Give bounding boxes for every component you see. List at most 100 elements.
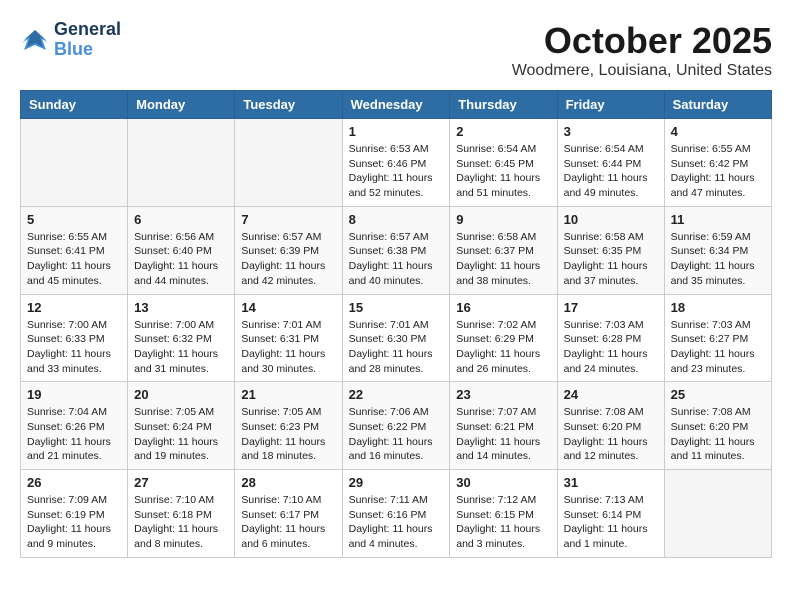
month-title: October 2025 <box>512 20 772 62</box>
day-number: 29 <box>349 475 444 490</box>
day-number: 27 <box>134 475 228 490</box>
calendar-week-2: 5Sunrise: 6:55 AM Sunset: 6:41 PM Daylig… <box>21 206 772 294</box>
calendar-cell: 20 Sunrise: 7:05 AM Sunset: 6:24 PM Dayli… <box>128 382 235 470</box>
calendar-cell: 19 Sunrise: 7:04 AM Sunset: 6:26 PM Dayli… <box>21 382 128 470</box>
day-info: Sunrise: 7:08 AM Sunset: 6:20 PM Dayligh… <box>671 405 765 464</box>
day-number: 24 <box>564 387 658 402</box>
calendar-table: SundayMondayTuesdayWednesdayThursdayFrid… <box>20 90 772 558</box>
day-info: Sunrise: 7:04 AM Sunset: 6:26 PM Dayligh… <box>27 405 121 464</box>
day-info: Sunrise: 6:58 AM Sunset: 6:35 PM Dayligh… <box>564 230 658 289</box>
day-number: 7 <box>241 212 335 227</box>
weekday-header-tuesday: Tuesday <box>235 91 342 119</box>
calendar-cell: 26 Sunrise: 7:09 AM Sunset: 6:19 PM Dayli… <box>21 470 128 558</box>
day-number: 6 <box>134 212 228 227</box>
logo-icon <box>20 25 50 55</box>
day-number: 25 <box>671 387 765 402</box>
calendar-week-4: 19 Sunrise: 7:04 AM Sunset: 6:26 PM Dayli… <box>21 382 772 470</box>
calendar-cell: 4 Sunrise: 6:55 AM Sunset: 6:42 PM Daylig… <box>664 119 771 207</box>
day-info: Sunrise: 7:11 AM Sunset: 6:16 PM Dayligh… <box>349 493 444 552</box>
day-number: 14 <box>241 300 335 315</box>
day-number: 10 <box>564 212 658 227</box>
day-info: Sunrise: 7:03 AM Sunset: 6:28 PM Dayligh… <box>564 318 658 377</box>
day-number: 3 <box>564 124 658 139</box>
calendar-cell: 29 Sunrise: 7:11 AM Sunset: 6:16 PM Dayli… <box>342 470 450 558</box>
calendar-cell <box>664 470 771 558</box>
location: Woodmere, Louisiana, United States <box>512 62 772 80</box>
calendar-cell: 23 Sunrise: 7:07 AM Sunset: 6:21 PM Dayli… <box>450 382 557 470</box>
day-number: 1 <box>349 124 444 139</box>
calendar-week-1: 1 Sunrise: 6:53 AM Sunset: 6:46 PM Daylig… <box>21 119 772 207</box>
calendar-week-5: 26 Sunrise: 7:09 AM Sunset: 6:19 PM Dayli… <box>21 470 772 558</box>
calendar-cell: 3Sunrise: 6:54 AM Sunset: 6:44 PM Daylig… <box>557 119 664 207</box>
day-info: Sunrise: 6:56 AM Sunset: 6:40 PM Dayligh… <box>134 230 228 289</box>
day-number: 23 <box>456 387 550 402</box>
day-info: Sunrise: 7:09 AM Sunset: 6:19 PM Dayligh… <box>27 493 121 552</box>
day-number: 20 <box>134 387 228 402</box>
calendar-cell: 16 Sunrise: 7:02 AM Sunset: 6:29 PM Dayli… <box>450 294 557 382</box>
day-info: Sunrise: 6:55 AM Sunset: 6:42 PM Dayligh… <box>671 142 765 201</box>
calendar-cell: 8Sunrise: 6:57 AM Sunset: 6:38 PM Daylig… <box>342 206 450 294</box>
day-number: 13 <box>134 300 228 315</box>
day-number: 19 <box>27 387 121 402</box>
day-info: Sunrise: 6:58 AM Sunset: 6:37 PM Dayligh… <box>456 230 550 289</box>
weekday-header-row: SundayMondayTuesdayWednesdayThursdayFrid… <box>21 91 772 119</box>
day-number: 17 <box>564 300 658 315</box>
day-info: Sunrise: 6:53 AM Sunset: 6:46 PM Dayligh… <box>349 142 444 201</box>
day-info: Sunrise: 7:01 AM Sunset: 6:31 PM Dayligh… <box>241 318 335 377</box>
calendar-cell: 13 Sunrise: 7:00 AM Sunset: 6:32 PM Dayli… <box>128 294 235 382</box>
day-info: Sunrise: 7:08 AM Sunset: 6:20 PM Dayligh… <box>564 405 658 464</box>
day-number: 9 <box>456 212 550 227</box>
weekday-header-wednesday: Wednesday <box>342 91 450 119</box>
day-info: Sunrise: 7:02 AM Sunset: 6:29 PM Dayligh… <box>456 318 550 377</box>
day-info: Sunrise: 7:06 AM Sunset: 6:22 PM Dayligh… <box>349 405 444 464</box>
calendar-cell: 11 Sunrise: 6:59 AM Sunset: 6:34 PM Dayli… <box>664 206 771 294</box>
day-info: Sunrise: 7:00 AM Sunset: 6:33 PM Dayligh… <box>27 318 121 377</box>
day-number: 26 <box>27 475 121 490</box>
calendar-week-3: 12 Sunrise: 7:00 AM Sunset: 6:33 PM Dayli… <box>21 294 772 382</box>
day-number: 8 <box>349 212 444 227</box>
day-number: 16 <box>456 300 550 315</box>
day-number: 21 <box>241 387 335 402</box>
weekday-header-monday: Monday <box>128 91 235 119</box>
day-info: Sunrise: 7:07 AM Sunset: 6:21 PM Dayligh… <box>456 405 550 464</box>
calendar-cell: 21 Sunrise: 7:05 AM Sunset: 6:23 PM Dayli… <box>235 382 342 470</box>
calendar-cell: 5Sunrise: 6:55 AM Sunset: 6:41 PM Daylig… <box>21 206 128 294</box>
day-info: Sunrise: 6:59 AM Sunset: 6:34 PM Dayligh… <box>671 230 765 289</box>
day-info: Sunrise: 7:03 AM Sunset: 6:27 PM Dayligh… <box>671 318 765 377</box>
title-section: October 2025 Woodmere, Louisiana, United… <box>512 20 772 80</box>
calendar-cell <box>21 119 128 207</box>
logo-text: General Blue <box>54 20 121 60</box>
calendar-cell: 28Sunrise: 7:10 AM Sunset: 6:17 PM Dayli… <box>235 470 342 558</box>
calendar-cell <box>235 119 342 207</box>
day-number: 11 <box>671 212 765 227</box>
calendar-cell <box>128 119 235 207</box>
day-info: Sunrise: 7:13 AM Sunset: 6:14 PM Dayligh… <box>564 493 658 552</box>
logo: General Blue <box>20 20 121 60</box>
day-info: Sunrise: 7:10 AM Sunset: 6:18 PM Dayligh… <box>134 493 228 552</box>
day-number: 5 <box>27 212 121 227</box>
day-info: Sunrise: 7:00 AM Sunset: 6:32 PM Dayligh… <box>134 318 228 377</box>
calendar-cell: 14 Sunrise: 7:01 AM Sunset: 6:31 PM Dayli… <box>235 294 342 382</box>
day-number: 4 <box>671 124 765 139</box>
day-info: Sunrise: 6:54 AM Sunset: 6:45 PM Dayligh… <box>456 142 550 201</box>
calendar-cell: 27 Sunrise: 7:10 AM Sunset: 6:18 PM Dayli… <box>128 470 235 558</box>
calendar-cell: 17 Sunrise: 7:03 AM Sunset: 6:28 PM Dayli… <box>557 294 664 382</box>
weekday-header-thursday: Thursday <box>450 91 557 119</box>
calendar-cell: 6 Sunrise: 6:56 AM Sunset: 6:40 PM Daylig… <box>128 206 235 294</box>
calendar-cell: 18Sunrise: 7:03 AM Sunset: 6:27 PM Dayli… <box>664 294 771 382</box>
day-number: 28 <box>241 475 335 490</box>
day-info: Sunrise: 7:05 AM Sunset: 6:24 PM Dayligh… <box>134 405 228 464</box>
weekday-header-saturday: Saturday <box>664 91 771 119</box>
day-number: 31 <box>564 475 658 490</box>
calendar-cell: 25 Sunrise: 7:08 AM Sunset: 6:20 PM Dayli… <box>664 382 771 470</box>
calendar-cell: 1 Sunrise: 6:53 AM Sunset: 6:46 PM Daylig… <box>342 119 450 207</box>
day-number: 15 <box>349 300 444 315</box>
day-number: 12 <box>27 300 121 315</box>
calendar-cell: 30Sunrise: 7:12 AM Sunset: 6:15 PM Dayli… <box>450 470 557 558</box>
weekday-header-sunday: Sunday <box>21 91 128 119</box>
day-info: Sunrise: 7:05 AM Sunset: 6:23 PM Dayligh… <box>241 405 335 464</box>
calendar-cell: 9 Sunrise: 6:58 AM Sunset: 6:37 PM Daylig… <box>450 206 557 294</box>
day-info: Sunrise: 7:01 AM Sunset: 6:30 PM Dayligh… <box>349 318 444 377</box>
day-number: 2 <box>456 124 550 139</box>
page-header: General Blue October 2025 Woodmere, Loui… <box>20 20 772 80</box>
